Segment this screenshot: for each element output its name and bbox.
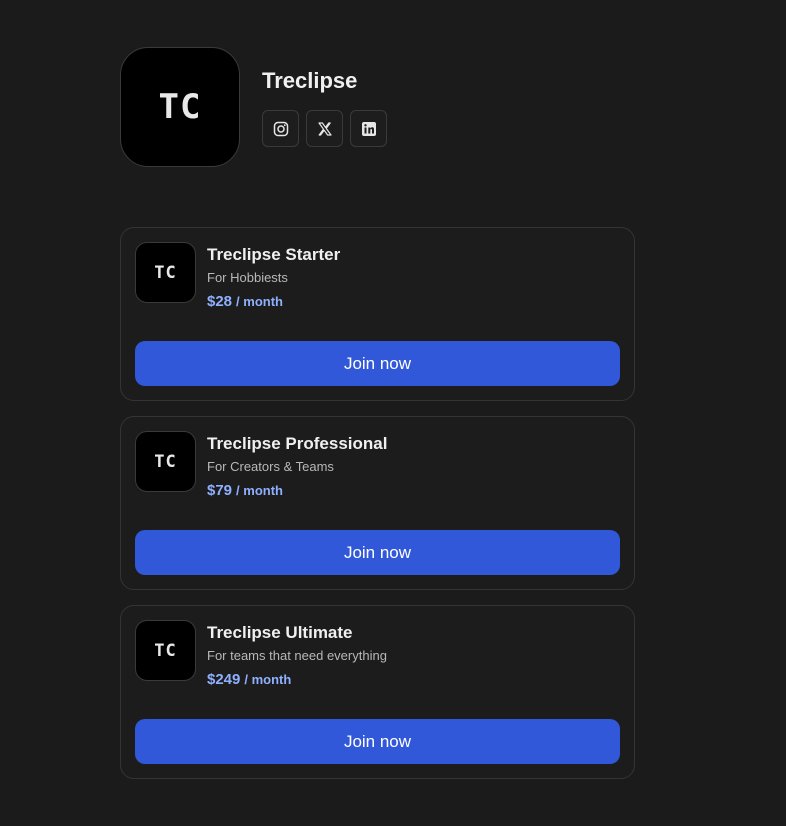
price-period: / month: [244, 672, 292, 687]
plan-name: Treclipse Professional: [207, 434, 388, 453]
linkedin-button[interactable]: [350, 110, 387, 147]
profile-header: TC Treclipse: [120, 47, 387, 167]
plan-description: For teams that need everything: [207, 648, 387, 663]
plan-details: Treclipse Ultimate For teams that need e…: [207, 622, 387, 690]
brand-name: Treclipse: [262, 68, 358, 93]
plan-name: Treclipse Starter: [207, 245, 341, 264]
plan-logo-text: TC: [154, 451, 177, 472]
plan-logo: TC: [135, 620, 196, 681]
instagram-button[interactable]: [262, 110, 299, 147]
page: TC Treclipse TC Treclipse Starter For Ho…: [0, 0, 786, 826]
price-amount: $249: [207, 671, 241, 688]
profile-info: Treclipse: [262, 47, 387, 147]
plan-card-ultimate: TC Treclipse Ultimate For teams that nee…: [120, 605, 635, 779]
x-twitter-icon: [317, 121, 332, 136]
price-amount: $79: [207, 482, 233, 499]
brand-logo: TC: [158, 87, 202, 127]
instagram-icon: [273, 121, 288, 136]
plan-name: Treclipse Ultimate: [207, 623, 353, 642]
price-amount: $28: [207, 293, 233, 310]
join-now-button[interactable]: Join now: [135, 719, 620, 764]
plan-price: $28/ month: [207, 292, 340, 312]
join-now-button[interactable]: Join now: [135, 530, 620, 575]
plan-price: $249/ month: [207, 670, 387, 690]
plan-details: Treclipse Starter For Hobbiests $28/ mon…: [207, 244, 340, 312]
plan-price: $79/ month: [207, 481, 387, 501]
price-period: / month: [236, 483, 283, 498]
x-twitter-button[interactable]: [306, 110, 343, 147]
plan-logo: TC: [135, 242, 196, 303]
plan-card-starter: TC Treclipse Starter For Hobbiests $28/ …: [120, 227, 635, 401]
plan-logo: TC: [135, 431, 196, 492]
plan-logo-text: TC: [154, 262, 177, 283]
brand-avatar: TC: [120, 47, 240, 167]
join-now-button[interactable]: Join now: [135, 341, 620, 386]
plan-card-professional: TC Treclipse Professional For Creators &…: [120, 416, 635, 590]
plans-list: TC Treclipse Starter For Hobbiests $28/ …: [120, 227, 635, 779]
linkedin-icon: [361, 121, 376, 136]
price-period: / month: [236, 294, 283, 309]
plan-logo-text: TC: [154, 640, 177, 661]
plan-description: For Creators & Teams: [207, 459, 334, 474]
plan-description: For Hobbiests: [207, 270, 288, 285]
plan-details: Treclipse Professional For Creators & Te…: [207, 433, 387, 501]
social-links: [262, 110, 387, 147]
